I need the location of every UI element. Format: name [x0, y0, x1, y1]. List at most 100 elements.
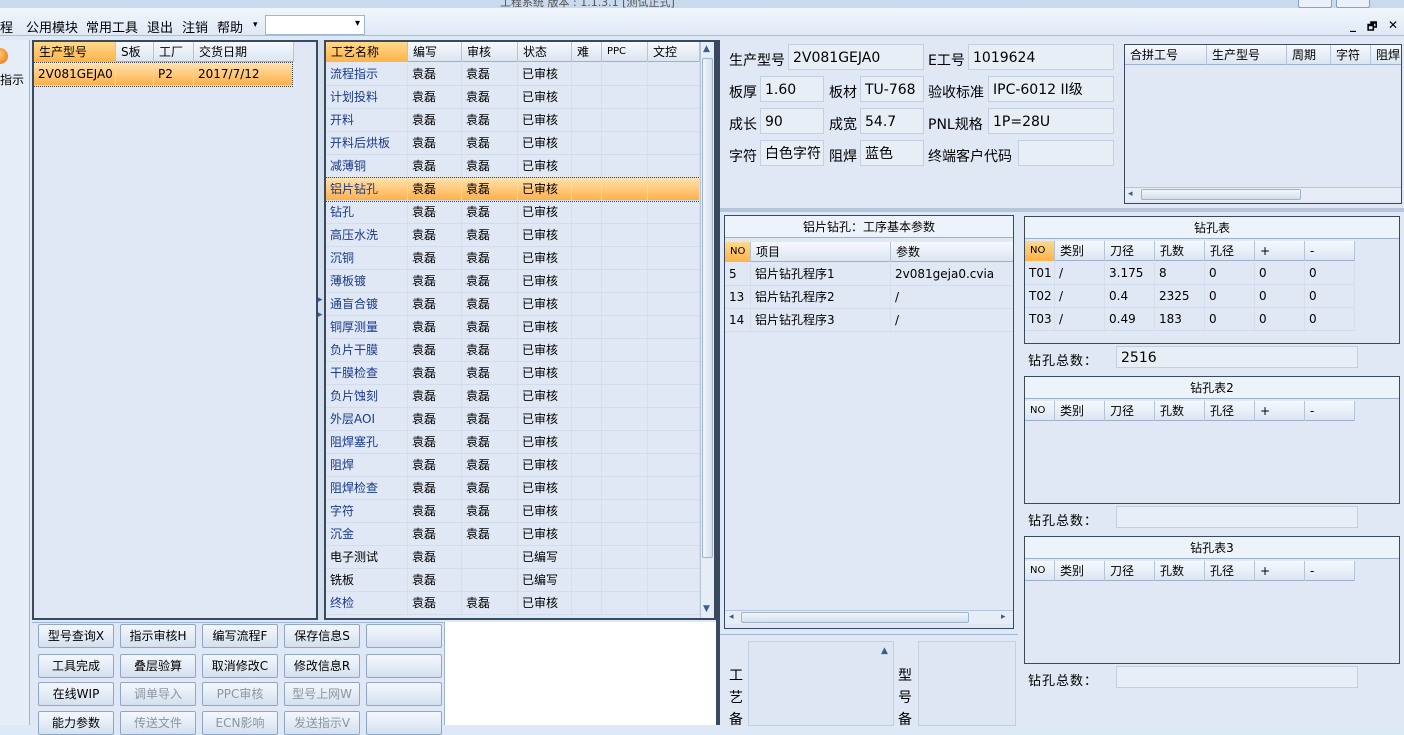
model-field[interactable]: 2V081GEJA0: [788, 44, 924, 70]
table-row[interactable]: T03/0.49 183 0 0 0: [1025, 308, 1355, 331]
col-params-item[interactable]: 项目: [751, 242, 891, 262]
drill1-col-hole-dia[interactable]: 孔径: [1205, 241, 1255, 261]
drill3-col-type[interactable]: 类别: [1055, 561, 1105, 581]
table-row[interactable]: 负片蚀刻 袁磊 袁磊 已审核: [326, 385, 700, 408]
model-query-button[interactable]: 型号查询X: [38, 624, 114, 648]
modify-info-button[interactable]: 修改信息R: [284, 654, 360, 678]
table-row[interactable]: 外层AOI 袁磊 袁磊 已审核: [326, 408, 700, 431]
table-row[interactable]: 铜厚测量 袁磊 袁磊 已审核: [326, 316, 700, 339]
merge-hscroll-thumb[interactable]: [1141, 189, 1301, 200]
table-row[interactable]: 铝片钻孔 袁磊 袁磊 已审核: [325, 177, 701, 202]
drill1-col-tool-dia[interactable]: 刀径: [1105, 241, 1155, 261]
blank-button-1[interactable]: [366, 624, 442, 648]
blank-button-3[interactable]: [366, 682, 442, 706]
params-hscroll-thumb[interactable]: [741, 612, 969, 623]
drill1-col-hole-count[interactable]: 孔数: [1155, 241, 1205, 261]
col-params-no[interactable]: NO: [725, 242, 751, 262]
table-row[interactable]: 流程指示 袁磊 袁磊 已审核: [326, 63, 700, 86]
stackup-check-button[interactable]: 叠层验算: [120, 654, 196, 678]
col-ppc[interactable]: PPC: [602, 42, 648, 62]
menu-common-module[interactable]: 公用模块: [26, 17, 78, 36]
process-note-field[interactable]: ▲: [748, 641, 894, 726]
drill2-col-hole-count[interactable]: 孔数: [1155, 401, 1205, 421]
char-field[interactable]: 白色字符: [760, 140, 824, 166]
table-row[interactable]: T02/0.4 2325 0 0 0: [1025, 285, 1355, 308]
process-list-scrollbar[interactable]: ▲ ▼: [700, 42, 714, 618]
col-process-name[interactable]: 工艺名称: [326, 42, 408, 62]
menu-exit[interactable]: 退出: [147, 17, 173, 36]
model-note-field[interactable]: [918, 641, 1016, 726]
table-row[interactable]: 13 铝片钻孔程序2 /: [725, 286, 1013, 309]
table-row[interactable]: 沉铜 袁磊 袁磊 已审核: [326, 247, 700, 270]
instruction-icon[interactable]: [0, 48, 8, 64]
drill2-col-type[interactable]: 类别: [1055, 401, 1105, 421]
drill2-col-hole-dia[interactable]: 孔径: [1205, 401, 1255, 421]
drill2-total-field[interactable]: [1116, 506, 1358, 528]
drill3-col-hole-dia[interactable]: 孔径: [1205, 561, 1255, 581]
table-row[interactable]: 计划投料 袁磊 袁磊 已审核: [326, 86, 700, 109]
drill3-col-tool-dia[interactable]: 刀径: [1105, 561, 1155, 581]
drill1-col-no[interactable]: NO: [1025, 241, 1055, 261]
mask-field[interactable]: 蓝色: [860, 140, 924, 166]
table-row[interactable]: 铣板 袁磊 已编写: [326, 569, 700, 592]
instruction-review-button[interactable]: 指示审核H: [120, 624, 196, 648]
drill3-col-plus[interactable]: +: [1255, 561, 1305, 581]
col-factory[interactable]: 工厂: [154, 42, 194, 62]
blank-button-4[interactable]: [366, 711, 442, 735]
table-row[interactable]: 阻焊 袁磊 袁磊 已审核: [326, 454, 700, 477]
menu-help[interactable]: 帮助: [217, 17, 243, 36]
table-row[interactable]: 电子测试 袁磊 已编写: [326, 546, 700, 569]
col-writer[interactable]: 编写: [408, 42, 462, 62]
table-row[interactable]: 开料后烘板 袁磊 袁磊 已审核: [326, 132, 700, 155]
table-row[interactable]: 沉金 袁磊 袁磊 已审核: [326, 523, 700, 546]
menu-combo-box[interactable]: [265, 15, 365, 35]
col-merge-mask[interactable]: 阻焊: [1371, 45, 1401, 65]
ecn-impact-button[interactable]: ECN影响: [202, 711, 278, 735]
material-field[interactable]: TU-768: [860, 76, 924, 102]
drill2-col-plus[interactable]: +: [1255, 401, 1305, 421]
length-field[interactable]: 90: [760, 108, 824, 134]
save-info-button[interactable]: 保存信息S: [284, 624, 360, 648]
e-no-field[interactable]: 1019624: [968, 44, 1114, 70]
process-list-scroll-thumb[interactable]: [702, 58, 713, 558]
params-hscroll[interactable]: ◂ ▸: [725, 610, 1013, 624]
drill3-total-field[interactable]: [1116, 666, 1358, 688]
table-row[interactable]: 阻焊塞孔 袁磊 袁磊 已审核: [326, 431, 700, 454]
table-row[interactable]: 薄板镀 袁磊 袁磊 已审核: [326, 270, 700, 293]
drill3-col-no[interactable]: NO: [1025, 561, 1055, 581]
col-doc-control[interactable]: 文控: [648, 42, 700, 62]
col-merge-cycle[interactable]: 周期: [1287, 45, 1331, 65]
menu-process[interactable]: 程: [0, 17, 13, 36]
edit-flow-button[interactable]: 编写流程F: [202, 624, 278, 648]
send-instruction-button[interactable]: 发送指示V: [284, 711, 360, 735]
standard-field[interactable]: IPC-6012 II级: [988, 76, 1114, 102]
blank-button-2[interactable]: [366, 654, 442, 678]
drill2-col-tool-dia[interactable]: 刀径: [1105, 401, 1155, 421]
capability-params-button[interactable]: 能力参数: [38, 711, 114, 735]
drill1-col-minus[interactable]: -: [1305, 241, 1355, 261]
drill1-col-type[interactable]: 类别: [1055, 241, 1105, 261]
col-model[interactable]: 生产型号: [34, 42, 116, 62]
drill3-col-hole-count[interactable]: 孔数: [1155, 561, 1205, 581]
table-row[interactable]: 钻孔 袁磊 袁磊 已审核: [326, 201, 700, 224]
table-row[interactable]: 5 铝片钻孔程序1 2v081geja0.cvia: [725, 263, 1013, 286]
pnl-field[interactable]: 1P=28U: [988, 108, 1114, 134]
table-row[interactable]: 高压水洗 袁磊 袁磊 已审核: [326, 224, 700, 247]
col-params-value[interactable]: 参数: [891, 242, 1013, 262]
transfer-file-button[interactable]: 传送文件: [120, 711, 196, 735]
table-row[interactable]: T01/3.175 8 0 0 0: [1025, 262, 1355, 285]
drill1-total-field[interactable]: 2516: [1116, 346, 1358, 368]
menu-tools[interactable]: 常用工具: [86, 17, 138, 36]
width-field[interactable]: 54.7: [860, 108, 924, 134]
drill3-col-minus[interactable]: -: [1305, 561, 1355, 581]
table-row[interactable]: 减薄铜 袁磊 袁磊 已审核: [326, 155, 700, 178]
col-merge-char[interactable]: 字符: [1331, 45, 1371, 65]
ppc-review-button[interactable]: PPC审核: [202, 682, 278, 706]
minimize-icon[interactable]: _: [1350, 18, 1356, 32]
col-reviewer[interactable]: 审核: [462, 42, 518, 62]
restore-icon[interactable]: 🗗: [1367, 18, 1377, 37]
table-row[interactable]: 通盲合镀 袁磊 袁磊 已审核: [326, 293, 700, 316]
model-upload-button[interactable]: 型号上网W: [284, 682, 360, 706]
order-import-button[interactable]: 调单导入: [120, 682, 196, 706]
online-wip-button[interactable]: 在线WIP: [38, 682, 114, 706]
